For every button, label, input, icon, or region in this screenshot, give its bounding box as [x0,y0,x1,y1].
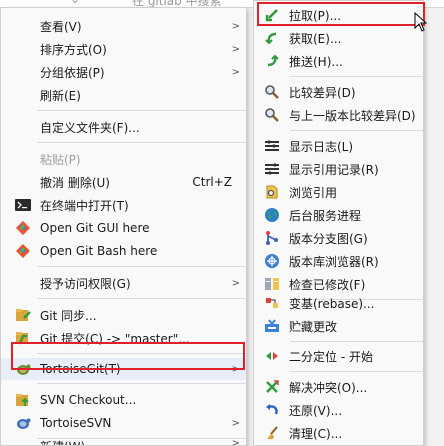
terminal-icon [15,197,31,213]
magnifier-icon [264,84,280,100]
magnifier-icon [264,107,280,123]
menu-item-sort[interactable]: 排序方式(O) > [1,38,246,60]
browse-refs-icon [264,184,280,200]
menu-item-bisect[interactable]: 二分定位 - 开始 [254,345,423,367]
menu-separator [37,266,246,267]
menu-item-diff[interactable]: 比较差异(D) [254,81,423,103]
context-menu: 查看(V) > 排序方式(O) > 分组依据(P) > 刷新(E) 自定义文件夹… [0,7,247,446]
menu-item-show-log[interactable]: 显示日志(L) [254,135,423,157]
revision-graph-icon [264,230,280,246]
globe-icon [264,207,280,223]
menu-item-refresh[interactable]: 刷新(E) [1,84,246,106]
fetch-icon [264,30,280,46]
menu-item-fetch[interactable]: 获取(E)... [254,27,423,49]
git-gui-icon [15,220,31,236]
menu-item-undo[interactable]: 撤消 删除(U) Ctrl+Z [1,171,246,193]
stash-icon [264,318,280,334]
mouse-cursor-icon [414,12,428,32]
menu-separator [37,298,246,299]
menu-item-view[interactable]: 查看(V) > [1,15,246,37]
menu-item-cleanup[interactable]: 清理(C)... [254,422,423,444]
menu-item-revert[interactable]: 还原(V)... [254,399,423,421]
chevron-right-icon: > [231,277,240,289]
revert-icon [264,402,280,418]
menu-item-rebase[interactable]: 变基(rebase)... [254,292,423,314]
menu-item-grant-access[interactable]: 授予访问权限(G) > [1,272,246,294]
chevron-right-icon: > [231,20,240,32]
menu-item-resolve[interactable]: 解决冲突(O)... [254,376,423,398]
menu-item-revision-graph[interactable]: 版本分支图(G) [254,227,423,249]
menu-separator [37,142,246,143]
menu-separator [37,110,246,111]
menu-separator [290,130,423,131]
menu-item-svn-checkout[interactable]: SVN Checkout... [1,389,246,411]
menu-item-push[interactable]: 推送(H)... [254,50,423,72]
shortcut-label: Ctrl+Z [192,175,232,189]
push-icon [264,53,280,69]
git-bash-icon [15,243,31,259]
highlight-box-pull [257,2,425,26]
menu-item-group[interactable]: 分组依据(P) > [1,61,246,83]
menu-item-open-terminal[interactable]: 在终端中打开(T) [1,194,246,216]
git-sync-icon [15,307,31,323]
chevron-right-icon: > [231,438,240,446]
menu-item-git-gui[interactable]: Open Git GUI here [1,217,246,239]
menu-item-stash[interactable]: 贮藏更改 [254,315,423,337]
menu-item-new[interactable]: 新建(W) > [1,429,246,446]
chevron-right-icon: > [231,66,240,78]
resolve-icon [264,379,280,395]
menu-item-browse-refs[interactable]: 浏览引用 [254,181,423,203]
bisect-icon [264,348,280,364]
chevron-right-icon: > [231,43,240,55]
menu-separator [290,341,423,342]
menu-separator [290,371,423,372]
menu-item-git-bash[interactable]: Open Git Bash here [1,240,246,262]
chevron-right-icon: > [231,417,240,429]
rebase-icon [264,295,280,311]
log-icon [264,138,280,154]
menu-item-daemon[interactable]: 后台服务进程 [254,204,423,226]
chevron-down-icon: ⌄ [70,0,80,6]
repo-browser-icon [264,253,280,269]
menu-item-repo-browser[interactable]: 版本库浏览器(R) [254,250,423,272]
reflog-icon [264,161,280,177]
tortoisegit-submenu: 拉取(P)... 获取(E)... 推送(H)... 比较差异(D) 与上一版本… [253,0,424,446]
menu-item-customize[interactable]: 自定义文件夹(F)... [1,116,246,138]
menu-separator [290,76,423,77]
menu-item-diff-previous[interactable]: 与上一版本比较差异(D) [254,104,423,126]
menu-item-paste[interactable]: 粘贴(P) [1,148,246,170]
svn-checkout-icon [15,392,31,408]
highlight-box-tortoisegit [11,342,245,370]
menu-item-show-reflog[interactable]: 显示引用记录(R) [254,158,423,180]
menu-item-git-sync[interactable]: Git 同步... [1,304,246,326]
broom-icon [264,425,280,441]
menu-separator [37,383,246,384]
check-modifications-icon [264,276,280,292]
